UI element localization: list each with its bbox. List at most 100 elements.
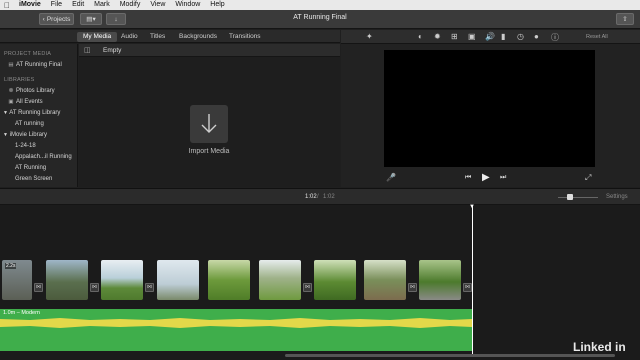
apple-icon[interactable]:  [0, 1, 14, 10]
media-header: ◫ Empty [79, 44, 340, 57]
audio-clip-label: 1.0m – Modern [3, 310, 40, 316]
clip[interactable] [419, 260, 461, 300]
linkedin-watermark: Linked in [573, 340, 626, 354]
menu-mark[interactable]: Mark [89, 0, 115, 10]
browser-tab-strip: My Media Audio Titles Backgrounds Transi… [0, 30, 340, 43]
sidebar-item-label: AT Running Final [16, 62, 62, 68]
zoom-slider-thumb[interactable] [567, 194, 573, 200]
project-media-header: PROJECT MEDIA [4, 51, 52, 57]
menu-window[interactable]: Window [170, 0, 205, 10]
library-sidebar: PROJECT MEDIA ▤ AT Running Final LIBRARIE… [0, 44, 78, 187]
playhead[interactable] [472, 205, 473, 355]
viewer-adjustments-bar: ✦ ◐ ✹ ⊞ ▣ 🔊 ▮ ◷ ● ⓘ Reset All [341, 30, 640, 44]
import-media-button[interactable] [190, 105, 228, 143]
share-icon: ⇧ [622, 16, 628, 23]
microphone-icon[interactable]: 🎤 [386, 173, 396, 182]
stabilization-icon[interactable]: ▣ [468, 32, 476, 41]
sidebar-item-label: Photos Library [16, 88, 55, 94]
magic-wand-icon[interactable]: ✦ [366, 32, 373, 41]
sidebar-item-all-events[interactable]: ▣ All Events [8, 99, 43, 105]
color-balance-icon[interactable]: ◐ [418, 32, 423, 41]
sidebar-item-1-24-18[interactable]: 1-24-18 [15, 143, 36, 149]
filter-label[interactable]: Empty [103, 47, 121, 54]
import-media-label: Import Media [188, 148, 230, 155]
sidebar-item-imovie-library[interactable]: ▼ iMovie Library [3, 132, 47, 138]
tab-titles[interactable]: Titles [144, 32, 171, 42]
speed-icon[interactable]: ◷ [517, 32, 524, 41]
clip[interactable] [208, 260, 250, 300]
info-icon[interactable]: ⓘ [551, 32, 559, 43]
timeline-header: 1:02 / 1:02 Settings [0, 188, 640, 205]
sidebar-item-appalachian-running[interactable]: Appalach...il Running [15, 154, 72, 160]
sidebar-item-label: 1-24-18 [15, 143, 36, 149]
sidebar-item-label: AT Running [15, 165, 47, 171]
tab-backgrounds[interactable]: Backgrounds [173, 32, 223, 42]
sidebar-item-label: Green Screen [15, 176, 53, 182]
timecode-separator: / [317, 194, 319, 200]
transition-icon[interactable]: ⋈ [408, 283, 417, 292]
video-preview[interactable] [384, 50, 595, 167]
menu-bar:  iMovie File Edit Mark Modify View Wind… [0, 0, 640, 10]
skip-back-icon[interactable]: ⏮ [465, 174, 471, 182]
clip-duration-badge: 2.2s [5, 263, 17, 269]
disclosure-triangle-icon: ▼ [3, 132, 8, 138]
toolbar: ‹ Projects ▤▾ ↓ AT Running Final ⇧ [0, 10, 640, 29]
menu-imovie[interactable]: iMovie [14, 0, 46, 10]
film-icon: ▤ [8, 62, 14, 68]
clip[interactable] [157, 260, 199, 300]
menu-edit[interactable]: Edit [67, 0, 89, 10]
tab-audio[interactable]: Audio [115, 32, 144, 42]
import-arrow-icon [201, 114, 217, 133]
transition-icon[interactable]: ⋈ [145, 283, 154, 292]
sidebar-item-at-running-event[interactable]: AT running [15, 121, 44, 127]
photos-icon: ❁ [8, 88, 14, 94]
zoom-slider[interactable] [558, 197, 598, 198]
transition-icon[interactable]: ⋈ [90, 283, 99, 292]
menu-modify[interactable]: Modify [115, 0, 146, 10]
clip[interactable] [46, 260, 88, 300]
timecode: 1:02 [305, 194, 317, 200]
transition-icon[interactable]: ⋈ [34, 283, 43, 292]
sidebar-item-green-screen[interactable]: Green Screen [15, 176, 52, 182]
audio-waveform [0, 318, 472, 328]
sidebar-item-label: iMovie Library [9, 132, 47, 138]
sidebar-item-label: All Events [16, 99, 43, 105]
sidebar-item-at-running-library[interactable]: ▼ AT Running Library [3, 110, 60, 116]
color-correction-icon[interactable]: ✹ [434, 32, 441, 41]
events-icon: ▣ [8, 99, 14, 105]
sidebar-item-photos-library[interactable]: ❁ Photos Library [8, 88, 55, 94]
menu-help[interactable]: Help [205, 0, 229, 10]
sidebar-item-label: AT running [15, 121, 44, 127]
playhead-handle-icon[interactable]: ▼ [469, 204, 475, 210]
sidebar-toggle-icon[interactable]: ◫ [84, 46, 91, 54]
disclosure-triangle-icon: ▼ [3, 110, 8, 116]
volume-icon[interactable]: 🔊 [485, 32, 495, 41]
settings-button[interactable]: Settings [606, 194, 628, 200]
clip[interactable] [364, 260, 406, 300]
crop-icon[interactable]: ⊞ [451, 32, 458, 41]
libraries-header: LIBRARIES [4, 77, 35, 83]
share-button[interactable]: ⇧ [616, 13, 634, 25]
clip[interactable]: 2.2s [2, 260, 32, 300]
sidebar-item-label: Appalach...il Running [15, 154, 72, 160]
noise-reduction-icon[interactable]: ● [534, 32, 539, 41]
clip[interactable] [259, 260, 301, 300]
background-audio-clip[interactable]: 1.0m – Modern [0, 309, 472, 351]
play-icon[interactable]: ▶ [482, 172, 490, 183]
duration: 1:02 [323, 194, 335, 200]
fullscreen-icon[interactable]: ⤢ [585, 173, 591, 183]
timeline-scrollbar[interactable] [285, 354, 615, 357]
tab-my-media[interactable]: My Media [77, 32, 118, 42]
reset-all-button[interactable]: Reset All [586, 34, 608, 40]
tab-transitions[interactable]: Transitions [223, 32, 267, 42]
sidebar-item-project[interactable]: ▤ AT Running Final [8, 62, 62, 68]
clip[interactable] [314, 260, 356, 300]
skip-forward-icon[interactable]: ⏭ [500, 174, 506, 182]
equalizer-icon[interactable]: ▮ [501, 32, 505, 41]
sidebar-item-at-running[interactable]: AT Running [15, 165, 46, 171]
transition-icon[interactable]: ⋈ [303, 283, 312, 292]
menu-file[interactable]: File [46, 0, 67, 10]
menu-view[interactable]: View [145, 0, 170, 10]
clip[interactable] [101, 260, 143, 300]
transition-icon[interactable]: ⋈ [463, 283, 472, 292]
